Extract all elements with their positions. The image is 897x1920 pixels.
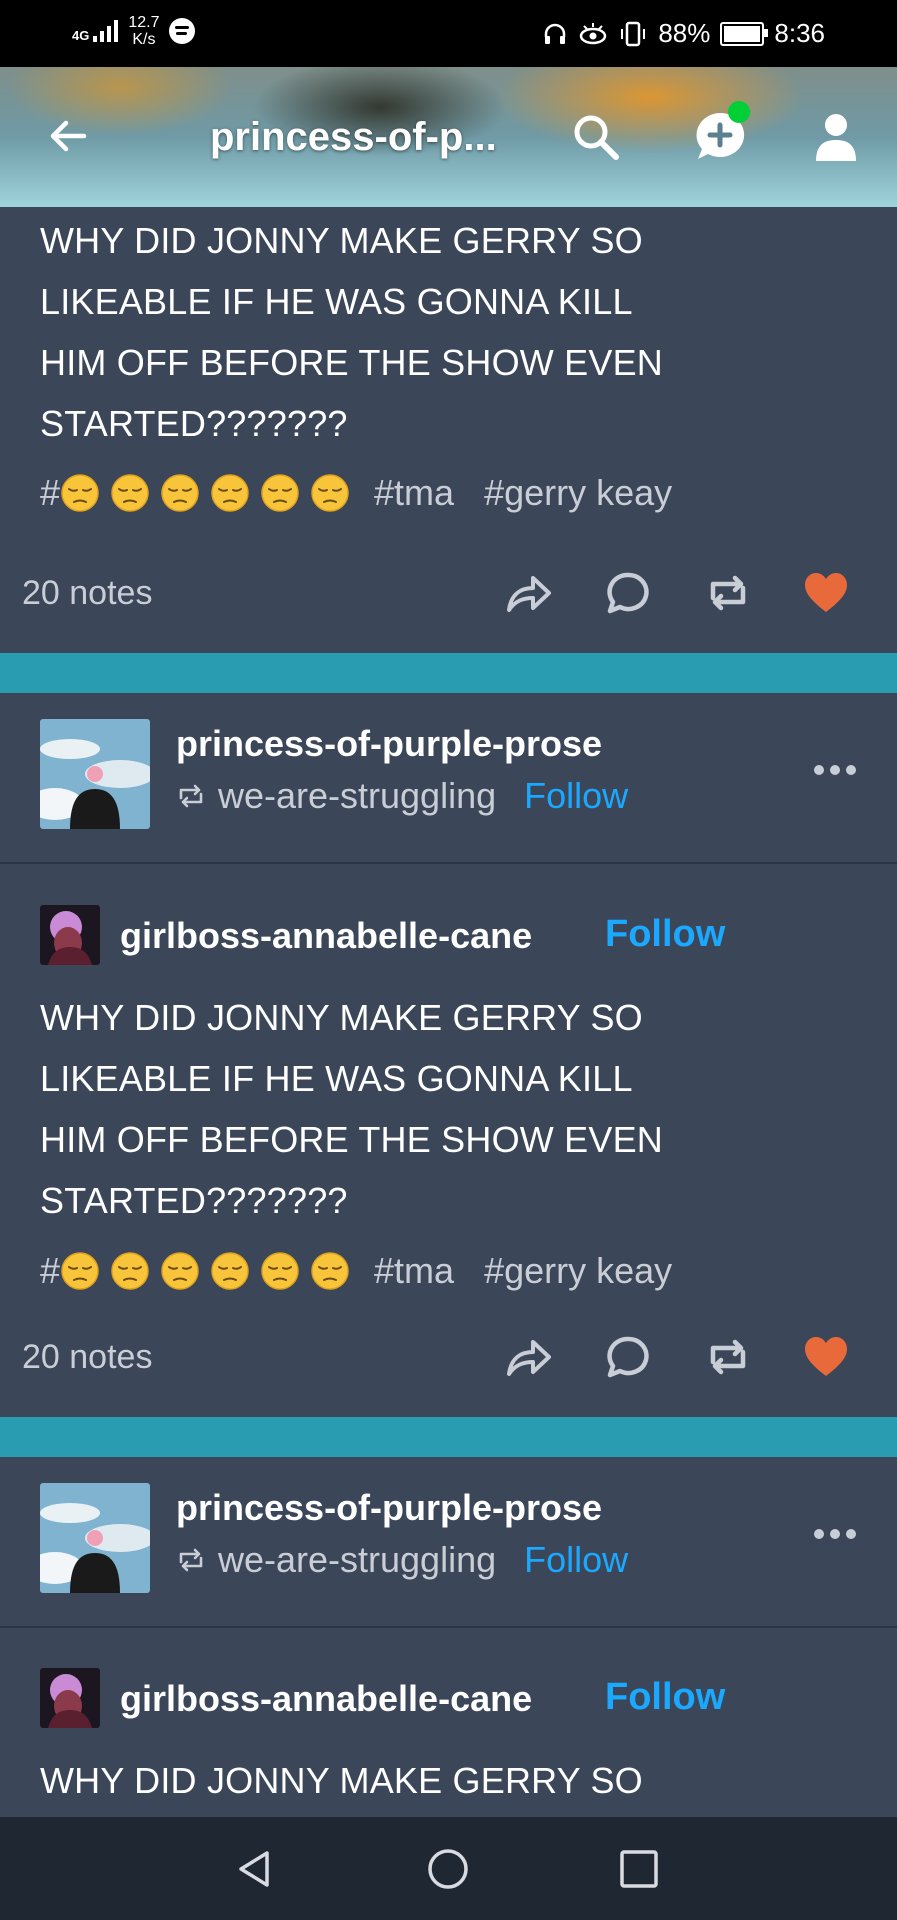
- post-line: WHY DID JONNY MAKE GERRY SO: [40, 1760, 643, 1801]
- post-footer: 20 notes: [0, 1332, 897, 1392]
- like-heart-icon[interactable]: [801, 568, 851, 618]
- post-line: WHY DID JONNY MAKE GERRY SO: [40, 220, 643, 261]
- original-poster-avatar[interactable]: [40, 1668, 100, 1728]
- notes-count[interactable]: 20 notes: [22, 574, 152, 613]
- tag-tma[interactable]: #tma: [374, 472, 454, 514]
- nav-back-icon[interactable]: [233, 1847, 277, 1891]
- reblogger-avatar[interactable]: [40, 1483, 150, 1593]
- reblog-source: we-are-struggling Follow: [176, 1539, 628, 1581]
- reblog-small-icon: [179, 784, 203, 808]
- reply-icon[interactable]: [603, 568, 653, 618]
- pensive-face-icon: [161, 474, 199, 512]
- post-line: STARTED???????: [40, 1180, 348, 1221]
- follow-button[interactable]: Follow: [605, 913, 725, 956]
- post-separator: [0, 1417, 897, 1457]
- more-options-icon[interactable]: [813, 763, 857, 777]
- share-icon[interactable]: [503, 568, 553, 618]
- reblogger-avatar[interactable]: [40, 719, 150, 829]
- post-line: HIM OFF BEFORE THE SHOW EVEN: [40, 1119, 663, 1160]
- tag-gerry-keay[interactable]: #gerry keay: [484, 472, 672, 514]
- pensive-face-icon: [61, 1252, 99, 1290]
- more-options-icon[interactable]: [813, 1527, 857, 1541]
- reblog-header: princess-of-purple-prose we-are-struggli…: [0, 693, 897, 853]
- tag-tma[interactable]: #tma: [374, 1250, 454, 1292]
- post-footer: 20 notes: [0, 568, 897, 628]
- post-body: WHY DID JONNY MAKE GERRY SO LIKEABLE IF …: [40, 210, 760, 454]
- emoji-tag[interactable]: #: [40, 472, 60, 514]
- pensive-face-icon: [311, 474, 349, 512]
- network-type: 4G: [72, 28, 90, 43]
- tag-gerry-keay[interactable]: #gerry keay: [484, 1250, 672, 1292]
- post-separator: [0, 653, 897, 693]
- battery-icon: [720, 21, 769, 46]
- nav-recents-icon[interactable]: [617, 1847, 661, 1891]
- new-activity-dot: [728, 101, 750, 123]
- vibrate-icon: [621, 21, 646, 46]
- pensive-face-icon: [111, 1252, 149, 1290]
- reblogged-from-name[interactable]: we-are-struggling: [218, 775, 496, 817]
- emoji-tag[interactable]: #: [40, 1250, 60, 1292]
- post-line: LIKEABLE IF HE WAS GONNA KILL: [40, 1058, 633, 1099]
- reblog-icon[interactable]: [703, 568, 753, 618]
- battery-percent: 88%: [658, 18, 711, 48]
- search-icon[interactable]: [570, 111, 622, 163]
- reply-icon[interactable]: [603, 1332, 653, 1382]
- speed-value: 12.7: [128, 14, 160, 31]
- pensive-face-icon: [261, 1252, 299, 1290]
- pensive-face-icon: [61, 474, 99, 512]
- post-line: STARTED???????: [40, 403, 348, 444]
- eye-comfort-icon: [580, 22, 607, 44]
- status-bar: 4G 12.7 K/s 88% 8:36: [0, 0, 897, 67]
- speed-unit: K/s: [132, 31, 156, 48]
- pensive-face-icon: [261, 474, 299, 512]
- share-icon[interactable]: [503, 1332, 553, 1382]
- emoji-tag-group[interactable]: [60, 1251, 360, 1291]
- original-poster-row: girlboss-annabelle-cane Follow: [0, 1668, 897, 1738]
- post-tags: # #tma #gerry keay: [40, 472, 672, 514]
- blog-header: princess-of-p...: [0, 67, 897, 207]
- nav-home-icon[interactable]: [426, 1847, 470, 1891]
- follow-button[interactable]: Follow: [524, 1539, 628, 1581]
- pensive-face-icon: [211, 474, 249, 512]
- reblog-source: we-are-struggling Follow: [176, 775, 628, 817]
- pensive-face-icon: [111, 474, 149, 512]
- notes-count[interactable]: 20 notes: [22, 1338, 152, 1377]
- original-poster-name[interactable]: girlboss-annabelle-cane: [120, 915, 532, 957]
- spotify-icon: [169, 18, 196, 44]
- blog-title: princess-of-p...: [210, 115, 497, 159]
- post-body: WHY DID JONNY MAKE GERRY SO LIKEABLE IF …: [40, 987, 760, 1231]
- clock: 8:36: [774, 18, 825, 48]
- signal-bars-icon: [93, 20, 119, 42]
- back-arrow-icon[interactable]: [44, 111, 94, 161]
- divider: [0, 862, 897, 864]
- pensive-face-icon: [311, 1252, 349, 1290]
- emoji-tag-group[interactable]: [60, 473, 360, 513]
- reblog-header: princess-of-purple-prose we-are-struggli…: [0, 1457, 897, 1617]
- pensive-face-icon: [161, 1252, 199, 1290]
- system-navigation-bar: [0, 1817, 897, 1920]
- reblog-small-icon: [179, 1548, 203, 1572]
- network-speed: 12.7 K/s: [128, 14, 159, 48]
- follow-button[interactable]: Follow: [524, 775, 628, 817]
- reblogged-from-name[interactable]: we-are-struggling: [218, 1539, 496, 1581]
- post-tags: # #tma #gerry keay: [40, 1250, 672, 1292]
- headphones-icon: [545, 23, 566, 44]
- follow-button[interactable]: Follow: [605, 1676, 725, 1719]
- reblog-icon[interactable]: [703, 1332, 753, 1382]
- reblogger-name[interactable]: princess-of-purple-prose: [176, 1487, 602, 1529]
- original-poster-row: girlboss-annabelle-cane Follow: [0, 905, 897, 975]
- divider: [0, 1626, 897, 1628]
- post-body: WHY DID JONNY MAKE GERRY SO: [40, 1750, 760, 1811]
- post-line: LIKEABLE IF HE WAS GONNA KILL: [40, 281, 633, 322]
- original-poster-name[interactable]: girlboss-annabelle-cane: [120, 1678, 532, 1720]
- like-heart-icon[interactable]: [801, 1332, 851, 1382]
- reblogger-name[interactable]: princess-of-purple-prose: [176, 723, 602, 765]
- signal-indicator: 4G: [72, 20, 119, 43]
- original-poster-avatar[interactable]: [40, 905, 100, 965]
- account-icon[interactable]: [814, 111, 858, 163]
- post-line: HIM OFF BEFORE THE SHOW EVEN: [40, 342, 663, 383]
- pensive-face-icon: [211, 1252, 249, 1290]
- post-line: WHY DID JONNY MAKE GERRY SO: [40, 997, 643, 1038]
